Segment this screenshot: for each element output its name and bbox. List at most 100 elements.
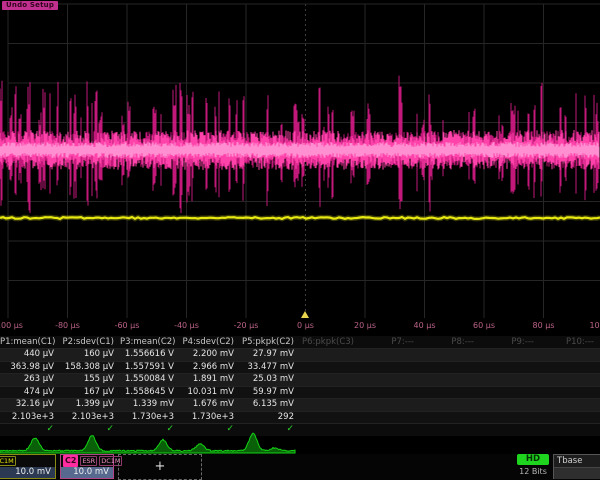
measurement-header[interactable]: P5:pkpk(C2) — [240, 336, 300, 348]
measurement-cell: 33.477 mV — [240, 362, 300, 374]
measurement-cell — [360, 399, 420, 411]
measurement-table: P1:mean(C1)P2:sdev(C1)P3:mean(C2)P4:sdev… — [0, 336, 600, 430]
measurement-cell: 2.966 mV — [180, 362, 240, 374]
c1-scale-value: 10.0 mV — [0, 467, 55, 478]
time-tick-label: 20 µs — [354, 321, 376, 330]
measurement-header[interactable]: P1:mean(C1) — [0, 336, 60, 348]
measurement-cell — [420, 374, 480, 386]
measurement-cell: 474 µV — [0, 387, 60, 399]
channel-c1-descriptor[interactable]: C1 DC1M 10.0 mV — [0, 454, 56, 479]
timebase-value: 20.0 µs — [554, 468, 600, 479]
table-row: P1:mean(C1)P2:sdev(C1)P3:mean(C2)P4:sdev… — [0, 336, 600, 348]
measurement-cell: 363.98 µV — [0, 362, 60, 374]
measurement-cell — [360, 374, 420, 386]
measurement-cell: 155 µV — [60, 374, 120, 386]
measurement-cell — [540, 362, 600, 374]
measurement-header[interactable]: P10:--- — [540, 336, 600, 348]
measurement-cell: 160 µV — [60, 349, 120, 361]
table-row: 263 µV155 µV1.550084 V1.891 mV25.03 mV — [0, 373, 600, 386]
measurement-cell: 1.730e+3 — [120, 412, 180, 424]
hd-mode-badge[interactable]: HD — [517, 454, 549, 465]
timebase-title: Tbase — [554, 455, 600, 468]
measurement-cell: 1.730e+3 — [180, 412, 240, 424]
measurement-cell: 292 — [240, 412, 300, 424]
time-tick-label: -60 µs — [115, 321, 140, 330]
measurement-cell: 263 µV — [0, 374, 60, 386]
time-tick-label: 60 µs — [473, 321, 495, 330]
time-tick-label: 0 µs — [297, 321, 314, 330]
measurement-cell: 32.16 µV — [0, 399, 60, 411]
measurement-cell — [540, 387, 600, 399]
measurement-header[interactable]: P8:--- — [420, 336, 480, 348]
measurement-cell: 10.031 mV — [180, 387, 240, 399]
table-row: 32.16 µV1.399 µV1.339 mV1.676 mV6.135 mV — [0, 398, 600, 411]
measurement-cell: 2.103e+3 — [0, 412, 60, 424]
measurement-cell: 1.891 mV — [180, 374, 240, 386]
measurement-cell — [480, 412, 540, 424]
channel-c2-descriptor[interactable]: C2 ESR DC1M 10.0 mV — [60, 454, 114, 479]
hd-bits-label: 12 Bits — [515, 467, 551, 476]
measurement-cell — [480, 387, 540, 399]
measurement-cell — [360, 362, 420, 374]
measurement-cell: 1.557591 V — [120, 362, 180, 374]
measurement-cell — [480, 362, 540, 374]
time-tick-label: 40 µs — [414, 321, 436, 330]
measurement-header[interactable]: P6:pkpk(C3) — [300, 336, 360, 348]
c2-label: C2 — [63, 455, 78, 467]
measurement-cell: 1.399 µV — [60, 399, 120, 411]
add-trace-button[interactable]: + — [118, 454, 202, 480]
measurement-cell — [540, 399, 600, 411]
measurement-cell — [300, 349, 360, 361]
plus-icon: + — [155, 459, 166, 474]
measurement-header[interactable]: P9:--- — [480, 336, 540, 348]
bottom-bar: C1 DC1M 10.0 mV C2 ESR DC1M 10.0 mV + HD… — [0, 454, 600, 480]
measurement-cell — [360, 387, 420, 399]
measurement-cell: 1.676 mV — [180, 399, 240, 411]
time-tick-label: -100 µs — [0, 321, 23, 330]
measurement-cell: 2.200 mV — [180, 349, 240, 361]
c2-esr-badge: ESR — [80, 456, 97, 466]
measurement-cell: 27.97 mV — [240, 349, 300, 361]
measurement-cell: 1.556616 V — [120, 349, 180, 361]
c2-scale-value: 10.0 mV — [61, 467, 113, 478]
measurement-cell — [420, 399, 480, 411]
measurement-cell: 167 µV — [60, 387, 120, 399]
measurement-cell — [540, 374, 600, 386]
trace-c1-flat[interactable] — [0, 0, 600, 318]
timebase-descriptor[interactable]: Tbase 20.0 µs — [553, 454, 600, 479]
measurement-cell — [540, 412, 600, 424]
measurement-cell: 25.03 mV — [240, 374, 300, 386]
measurement-cell — [300, 374, 360, 386]
measurement-cell: 59.97 mV — [240, 387, 300, 399]
trigger-time-marker-icon[interactable] — [301, 311, 309, 318]
table-row: 2.103e+32.103e+31.730e+31.730e+3292 — [0, 411, 600, 424]
measurement-cell — [480, 399, 540, 411]
measurement-header[interactable]: P4:sdev(C2) — [180, 336, 240, 348]
time-axis: -100 µs-80 µs-60 µs-40 µs-20 µs0 µs20 µs… — [0, 319, 600, 334]
measurement-cell — [300, 399, 360, 411]
measurement-cell — [420, 387, 480, 399]
measurement-histicon-strip — [0, 430, 600, 454]
measurement-cell: 1.550084 V — [120, 374, 180, 386]
time-tick-label: -40 µs — [174, 321, 199, 330]
measurement-cell — [300, 412, 360, 424]
measurement-cell — [300, 387, 360, 399]
c1-coupling-badge: DC1M — [0, 456, 16, 466]
measurement-cell: 158.308 µV — [60, 362, 120, 374]
measurement-cell — [360, 412, 420, 424]
measurement-cell: 6.135 mV — [240, 399, 300, 411]
measurement-cell — [420, 349, 480, 361]
measurement-header[interactable]: P2:sdev(C1) — [60, 336, 120, 348]
table-row: 363.98 µV158.308 µV1.557591 V2.966 mV33.… — [0, 361, 600, 374]
oscilloscope-screen: Undo Setup -100 µs-80 µs-60 µs-40 µs-20 … — [0, 0, 600, 480]
undo-setup-button[interactable]: Undo Setup — [2, 1, 58, 10]
measurement-cell: 440 µV — [0, 349, 60, 361]
measurement-cell — [420, 412, 480, 424]
time-tick-label: -20 µs — [234, 321, 259, 330]
waveform-grid[interactable]: Undo Setup — [0, 0, 600, 318]
measurement-cell — [300, 362, 360, 374]
measurement-cell — [360, 349, 420, 361]
measurement-header[interactable]: P3:mean(C2) — [120, 336, 180, 348]
time-tick-label: 80 µs — [533, 321, 555, 330]
measurement-header[interactable]: P7:--- — [360, 336, 420, 348]
